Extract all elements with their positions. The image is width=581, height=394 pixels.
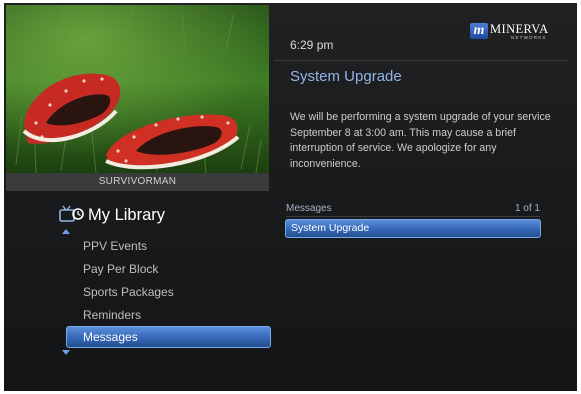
messages-list-count: 1 of 1 (514, 203, 540, 214)
menu-item-reminders[interactable]: Reminders (83, 308, 141, 322)
messages-list-title: Messages (286, 203, 332, 214)
clock-time: 6:29 pm (290, 38, 334, 52)
header-divider (274, 60, 568, 61)
message-body: We will be performing a system upgrade o… (290, 111, 551, 170)
menu-item-sports-packages[interactable]: Sports Packages (83, 285, 174, 299)
tv-icon (59, 205, 85, 223)
brand-logo: m MINERVA NETWORKS (470, 21, 550, 43)
scroll-up-arrow-icon[interactable] (62, 229, 70, 234)
messages-list-separator (286, 216, 540, 217)
message-title: System Upgrade (290, 68, 402, 85)
red-shoes-on-grass-image (6, 5, 269, 173)
brand-mark-icon: m (470, 23, 488, 39)
menu-item-pay-per-block[interactable]: Pay Per Block (83, 262, 158, 276)
scroll-down-arrow-icon[interactable] (62, 350, 70, 355)
brand-subtitle: NETWORKS (511, 35, 547, 40)
library-title: My Library (88, 206, 166, 224)
messages-list-item[interactable]: System Upgrade (285, 219, 541, 238)
preview-thumbnail (6, 5, 269, 173)
menu-item-messages[interactable]: Messages (66, 326, 271, 348)
menu-item-ppv-events[interactable]: PPV Events (83, 239, 147, 253)
messages-list-header: Messages 1 of 1 (286, 203, 540, 217)
tv-guide-screen: SURVIVORMAN 6:29 pm m MINERVA NETWORKS S… (4, 3, 577, 391)
preview-caption: SURVIVORMAN (6, 173, 269, 191)
